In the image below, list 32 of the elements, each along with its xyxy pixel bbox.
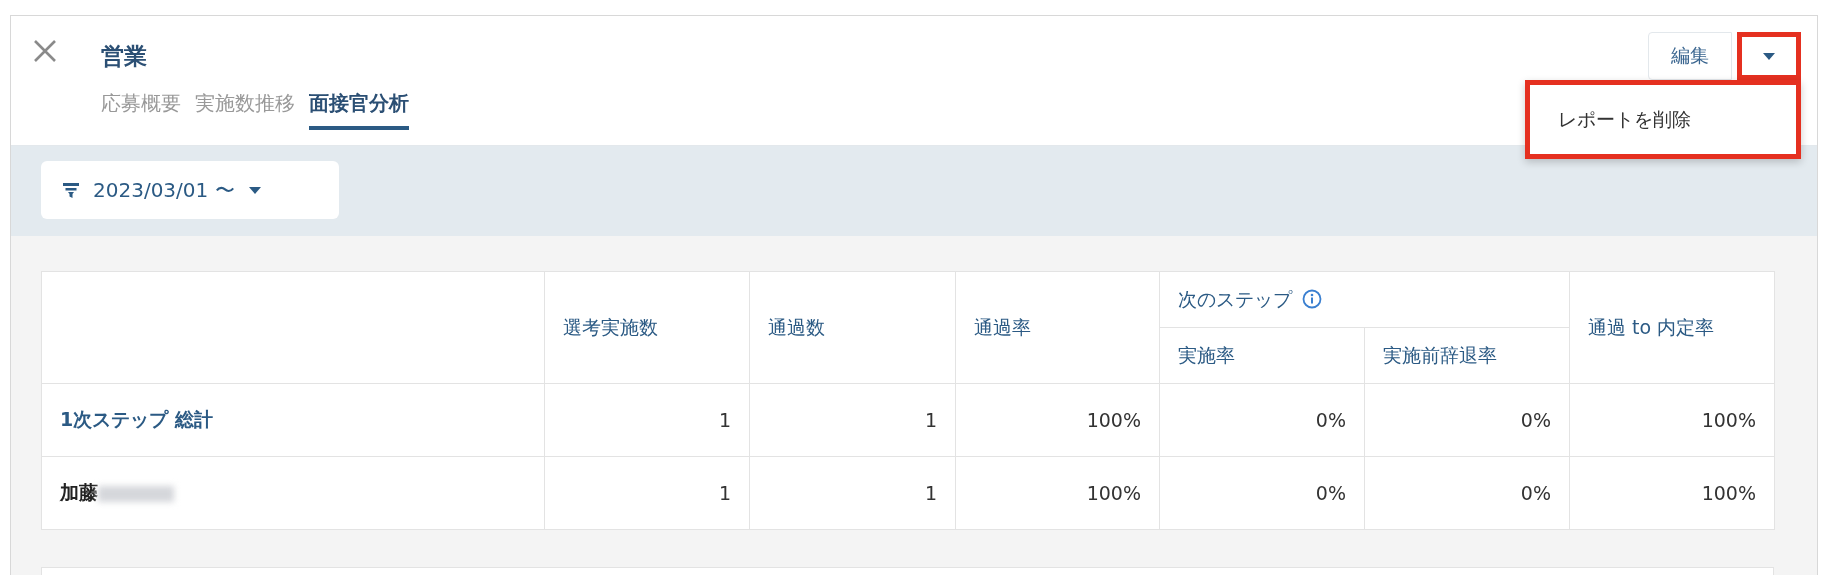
interviewer-name: 加藤 [60, 481, 98, 503]
column-header: 通過率 [974, 315, 1031, 338]
table-cell: 1 [924, 482, 937, 504]
column-header: 実施前辞退率 [1383, 343, 1497, 366]
column-header: 次のステップ [1178, 287, 1292, 310]
table-cell: 0% [1520, 482, 1551, 504]
table-cell: 100% [1701, 482, 1756, 504]
report-title: 営業 [101, 42, 148, 71]
tab[interactable]: 面接官分析 [309, 90, 409, 130]
table-cell: 1 [718, 482, 731, 504]
edit-button[interactable]: 編集 [1648, 32, 1732, 80]
close-icon[interactable] [33, 39, 57, 63]
column-header: 選考実施数 [563, 315, 658, 338]
date-filter[interactable]: 2023/03/01 〜 [41, 161, 339, 219]
table-cell: 0% [1315, 482, 1346, 504]
filter-icon [63, 182, 79, 198]
caret-icon [248, 186, 261, 194]
menu-item[interactable]: レポートを削除 [1530, 85, 1796, 154]
column-header: 通過 to 内定率 [1588, 315, 1715, 338]
total-row-label: 1次ステップ 総計 [60, 408, 213, 430]
more-button[interactable] [1737, 32, 1801, 80]
table-cell: 0% [1315, 409, 1346, 431]
table-cell: 1 [924, 409, 937, 431]
table-cell: 0% [1520, 409, 1551, 431]
table-cell: 100% [1086, 482, 1141, 504]
table-cell: 1 [718, 409, 731, 431]
table-cell: 100% [1086, 409, 1141, 431]
info-icon[interactable] [1302, 288, 1323, 309]
table-cell: 100% [1701, 409, 1756, 431]
column-header: 通過数 [768, 315, 825, 338]
caret-icon [1763, 52, 1775, 60]
column-header: 実施率 [1178, 343, 1235, 366]
